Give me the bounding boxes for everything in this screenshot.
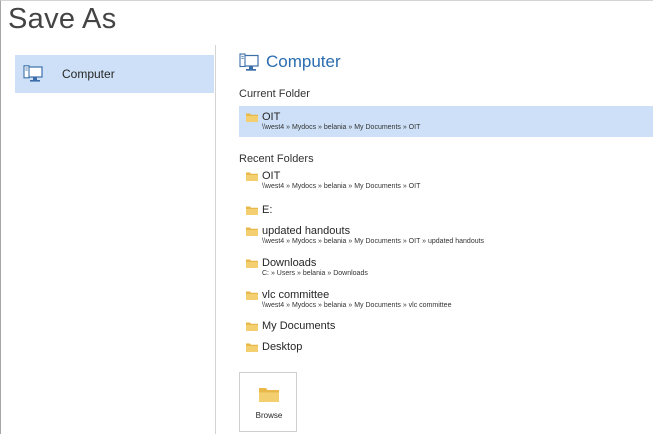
folder-icon (246, 206, 258, 215)
current-folder-item[interactable]: OIT \\west4 » Mydocs » belania » My Docu… (239, 106, 653, 137)
recent-folder-item[interactable]: My Documents (239, 320, 653, 332)
current-folder-label: Current Folder (239, 88, 310, 100)
folder-icon (246, 322, 258, 331)
recent-folder-item[interactable]: updated handouts \\west4 » Mydocs » bela… (239, 225, 653, 246)
folder-icon (246, 291, 258, 300)
computer-icon (23, 65, 43, 82)
recent-folder-item[interactable]: E: (239, 204, 653, 216)
folder-name: updated handouts (262, 225, 351, 237)
pane-heading-text: Computer (266, 52, 341, 71)
browse-label: Browse (255, 411, 283, 420)
pane-heading: Computer (239, 50, 653, 74)
folder-path: \\west4 » Mydocs » belania » My Document… (262, 183, 421, 190)
folder-path: \\west4 » Mydocs » belania » My Document… (262, 302, 452, 309)
places-pane: Computer (15, 45, 216, 434)
folder-name: OIT (262, 111, 281, 123)
folder-name: Desktop (262, 341, 303, 353)
place-computer[interactable]: Computer (15, 55, 214, 93)
folder-path: C: » Users » belania » Downloads (262, 270, 368, 277)
computer-icon (239, 52, 259, 71)
page-title: Save As (8, 3, 117, 35)
folder-path: \\west4 » Mydocs » belania » My Document… (262, 238, 485, 245)
folder-name: OIT (262, 170, 281, 182)
recent-folder-item[interactable]: Desktop (239, 341, 653, 353)
recent-folder-item[interactable]: vlc committee \\west4 » Mydocs » belania… (239, 289, 653, 310)
folder-icon (246, 343, 258, 352)
folder-pane: Computer Current Folder OIT \\west4 » My… (239, 50, 653, 353)
folder-name: vlc committee (262, 289, 330, 301)
folder-icon (246, 259, 258, 268)
folder-icon (246, 227, 258, 236)
folder-name: E: (262, 204, 273, 216)
folder-name: Downloads (262, 257, 317, 269)
folder-icon (259, 388, 279, 402)
folder-icon (246, 172, 258, 181)
browse-button[interactable]: Browse (239, 372, 297, 432)
folder-path: \\west4 » Mydocs » belania » My Document… (262, 124, 421, 131)
folder-icon (246, 113, 258, 122)
recent-folder-item[interactable]: Downloads C: » Users » belania » Downloa… (239, 257, 653, 278)
recent-folders-label: Recent Folders (239, 153, 314, 165)
folder-name: My Documents (262, 320, 336, 332)
recent-folder-item[interactable]: OIT \\west4 » Mydocs » belania » My Docu… (239, 170, 653, 191)
place-label: Computer (62, 67, 115, 81)
